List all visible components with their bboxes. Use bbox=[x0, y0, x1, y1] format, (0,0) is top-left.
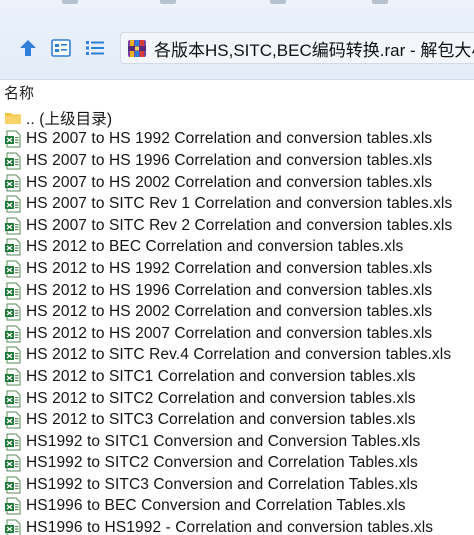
excel-file-icon bbox=[5, 411, 21, 429]
file-name: HS 2012 to HS 1996 Correlation and conve… bbox=[26, 281, 433, 299]
excel-file-icon bbox=[5, 238, 21, 256]
excel-file-icon bbox=[5, 346, 21, 364]
list-item[interactable]: HS 2012 to SITC3 Correlation and convers… bbox=[0, 409, 474, 431]
address-bar[interactable]: 各版本HS,SITC,BEC编码转换.rar - 解包大小为 33.3 bbox=[120, 32, 474, 64]
file-name: HS1996 to BEC Conversion and Correlation… bbox=[26, 497, 406, 515]
file-name: HS 2007 to SITC Rev 1 Correlation and co… bbox=[26, 195, 453, 213]
arrow-up-icon bbox=[20, 40, 36, 56]
list-item[interactable]: HS 2012 to HS 1992 Correlation and conve… bbox=[0, 258, 474, 280]
file-name: HS 2012 to SITC Rev.4 Correlation and co… bbox=[26, 346, 452, 364]
excel-file-icon bbox=[5, 433, 21, 451]
excel-file-icon bbox=[5, 368, 21, 386]
file-name: HS 2007 to SITC Rev 2 Correlation and co… bbox=[26, 216, 453, 234]
file-name: HS 2007 to HS 1996 Correlation and conve… bbox=[26, 151, 433, 169]
excel-file-icon bbox=[5, 217, 21, 235]
excel-file-icon bbox=[5, 174, 21, 192]
list-item[interactable]: HS 2007 to SITC Rev 2 Correlation and co… bbox=[0, 215, 474, 237]
list-item[interactable]: HS 2012 to SITC1 Correlation and convers… bbox=[0, 366, 474, 388]
excel-file-icon bbox=[5, 260, 21, 278]
file-name: HS1992 to SITC1 Conversion and Conversio… bbox=[26, 432, 421, 450]
list-item[interactable]: HS1992 to SITC1 Conversion and Conversio… bbox=[0, 431, 474, 453]
file-list: .. (上级目录) HS 2007 to HS 1992 Correlation… bbox=[0, 107, 474, 535]
list-item[interactable]: HS 2012 to HS 2002 Correlation and conve… bbox=[0, 301, 474, 323]
excel-file-icon bbox=[5, 454, 21, 472]
excel-file-icon bbox=[5, 325, 21, 343]
file-name: HS 2012 to SITC2 Correlation and convers… bbox=[26, 389, 416, 407]
file-name: HS 2007 to HS 2002 Correlation and conve… bbox=[26, 173, 433, 191]
list-item[interactable]: HS 2007 to HS 1992 Correlation and conve… bbox=[0, 129, 474, 151]
excel-file-icon bbox=[5, 390, 21, 408]
excel-file-icon bbox=[5, 152, 21, 170]
excel-file-icon bbox=[5, 519, 21, 535]
list-item[interactable]: HS1992 to SITC3 Conversion and Correlati… bbox=[0, 474, 474, 496]
details-view-icon bbox=[51, 39, 71, 57]
list-item[interactable]: HS 2012 to SITC2 Correlation and convers… bbox=[0, 388, 474, 410]
toolbar: 各版本HS,SITC,BEC编码转换.rar - 解包大小为 33.3 bbox=[0, 8, 474, 80]
archive-window: 各版本HS,SITC,BEC编码转换.rar - 解包大小为 33.3 名称 .… bbox=[0, 0, 474, 535]
excel-file-icon bbox=[5, 497, 21, 515]
list-item[interactable]: HS 2007 to HS 1996 Correlation and conve… bbox=[0, 150, 474, 172]
parent-dir-label: .. (上级目录) bbox=[26, 110, 113, 128]
list-item[interactable]: HS 2012 to HS 2007 Correlation and conve… bbox=[0, 323, 474, 345]
rar-archive-icon bbox=[128, 40, 146, 57]
excel-file-icon bbox=[5, 130, 21, 148]
excel-file-icon bbox=[5, 476, 21, 494]
list-item[interactable]: HS 2007 to HS 2002 Correlation and conve… bbox=[0, 172, 474, 194]
details-view-button[interactable] bbox=[50, 37, 72, 59]
list-view-icon bbox=[86, 41, 104, 55]
menu-strip bbox=[0, 0, 474, 8]
list-item[interactable]: HS 2012 to BEC Correlation and conversio… bbox=[0, 237, 474, 259]
file-name: HS 2012 to HS 2007 Correlation and conve… bbox=[26, 324, 433, 342]
file-name: HS1996 to HS1992 - Correlation and conve… bbox=[26, 519, 434, 535]
archive-path: 各版本HS,SITC,BEC编码转换.rar - 解包大小为 33.3 bbox=[154, 40, 474, 60]
column-name-label: 名称 bbox=[4, 85, 35, 102]
file-name: HS 2012 to BEC Correlation and conversio… bbox=[26, 238, 404, 256]
file-name: HS 2012 to HS 1992 Correlation and conve… bbox=[26, 259, 433, 277]
file-name: HS 2012 to HS 2002 Correlation and conve… bbox=[26, 303, 433, 321]
file-name: HS1992 to SITC2 Conversion and Correlati… bbox=[26, 454, 418, 472]
list-item[interactable]: HS 2007 to SITC Rev 1 Correlation and co… bbox=[0, 193, 474, 215]
list-item[interactable]: HS1996 to BEC Conversion and Correlation… bbox=[0, 496, 474, 518]
up-button[interactable] bbox=[17, 37, 39, 59]
list-item[interactable]: HS 2012 to HS 1996 Correlation and conve… bbox=[0, 280, 474, 302]
file-name: HS1992 to SITC3 Conversion and Correlati… bbox=[26, 475, 418, 493]
list-item[interactable]: HS 2012 to SITC Rev.4 Correlation and co… bbox=[0, 345, 474, 367]
excel-file-icon bbox=[5, 282, 21, 300]
folder-icon bbox=[5, 112, 21, 124]
excel-file-icon bbox=[5, 195, 21, 213]
column-header-name[interactable]: 名称 bbox=[0, 82, 474, 106]
list-item[interactable]: HS1996 to HS1992 - Correlation and conve… bbox=[0, 517, 474, 535]
file-name: HS 2012 to SITC3 Correlation and convers… bbox=[26, 411, 416, 429]
list-item[interactable]: HS1992 to SITC2 Conversion and Correlati… bbox=[0, 453, 474, 475]
excel-file-icon bbox=[5, 303, 21, 321]
file-name: HS 2007 to HS 1992 Correlation and conve… bbox=[26, 130, 433, 148]
list-view-button[interactable] bbox=[84, 37, 106, 59]
file-name: HS 2012 to SITC1 Correlation and convers… bbox=[26, 367, 416, 385]
parent-dir-row[interactable]: .. (上级目录) bbox=[0, 107, 474, 129]
